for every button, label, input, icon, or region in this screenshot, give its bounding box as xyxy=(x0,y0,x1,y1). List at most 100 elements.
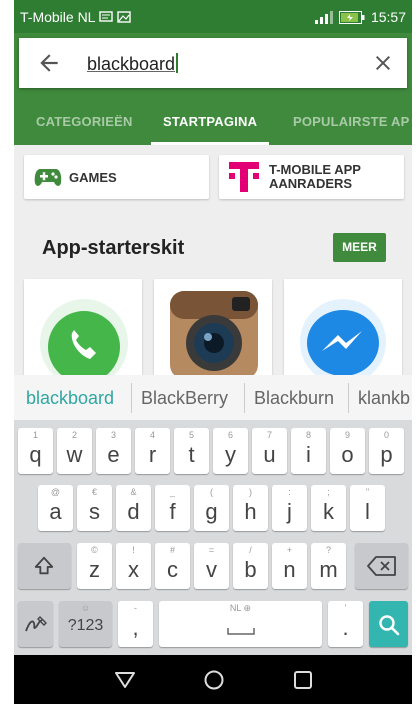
suggestion-strip: blackboard BlackBerry Blackburn klankb xyxy=(14,375,412,420)
app-card-instagram[interactable] xyxy=(154,279,272,375)
key-label: y xyxy=(225,442,236,467)
key-label: a xyxy=(49,499,62,524)
key-label: k xyxy=(323,499,334,524)
key-hint: / xyxy=(249,545,252,555)
tab-popular[interactable]: POPULAIRSTE AP xyxy=(293,114,409,129)
messenger-icon xyxy=(300,299,386,375)
tab-home[interactable]: STARTPAGINA xyxy=(163,114,257,129)
tab-categories[interactable]: CATEGORIEËN xyxy=(36,114,133,129)
key-label: j xyxy=(287,499,292,524)
home-circle-icon[interactable] xyxy=(203,669,225,691)
key-d[interactable]: & d xyxy=(116,485,151,531)
key-label: i xyxy=(306,442,311,467)
key-c[interactable]: # c xyxy=(155,543,190,589)
key-q[interactable]: 1q xyxy=(18,428,53,474)
instagram-icon xyxy=(170,291,258,375)
search-key[interactable] xyxy=(369,601,408,647)
key-label: p xyxy=(380,442,393,467)
comma-key[interactable]: - , xyxy=(118,601,153,647)
app-card-whatsapp[interactable] xyxy=(24,279,142,375)
more-button[interactable]: MEER xyxy=(333,233,386,262)
search-input[interactable]: blackboard xyxy=(87,53,179,75)
key-z[interactable]: © z xyxy=(77,543,112,589)
key-y[interactable]: 6y xyxy=(213,428,248,474)
key-label: f xyxy=(169,499,176,524)
key-label: q xyxy=(29,442,42,467)
shift-icon xyxy=(34,556,54,575)
key-label: w xyxy=(66,442,83,467)
key-x[interactable]: ! x xyxy=(116,543,151,589)
key-o[interactable]: 9o xyxy=(330,428,365,474)
key-n[interactable]: + n xyxy=(272,543,307,589)
space-key[interactable]: NL ⊕ xyxy=(159,601,322,647)
key-label: s xyxy=(89,499,100,524)
store-content: GAMES T-MOBILE APP AANRADERS App-starter… xyxy=(14,145,412,375)
key-hint: ☺ xyxy=(80,603,91,613)
key-i[interactable]: 8i xyxy=(291,428,326,474)
key-h[interactable]: ) h xyxy=(233,485,268,531)
key-p[interactable]: 0p xyxy=(369,428,404,474)
key-hint: & xyxy=(130,487,137,497)
key-hint: # xyxy=(169,545,175,555)
key-s[interactable]: € s xyxy=(77,485,112,531)
soft-keyboard: 1q 2w 3e 4r 5t 6y 7u 8i 9o 0p @ a € s & d _… xyxy=(14,420,412,655)
app-card-messenger[interactable] xyxy=(284,279,402,375)
key-g[interactable]: (g xyxy=(194,485,229,531)
key-w[interactable]: 2w xyxy=(57,428,92,474)
period-key[interactable]: ' . xyxy=(328,601,363,647)
key-f[interactable]: _ f xyxy=(155,485,190,531)
key-j[interactable]: :j xyxy=(272,485,307,531)
key-hint: 2 xyxy=(71,430,77,440)
key-label: z xyxy=(89,557,100,582)
symbols-key[interactable]: ☺ ?123 xyxy=(59,601,112,647)
key-hint: - xyxy=(134,603,137,613)
status-right: 15:57 xyxy=(314,9,406,25)
handwriting-icon xyxy=(25,616,47,632)
key-l[interactable]: " l xyxy=(350,485,385,531)
handwriting-key[interactable] xyxy=(18,601,53,647)
battery-icon xyxy=(338,10,365,24)
key-hint: ; xyxy=(327,487,330,497)
key-v[interactable]: = v xyxy=(194,543,229,589)
key-hint: ? xyxy=(325,545,331,555)
backspace-key[interactable] xyxy=(355,543,408,589)
suggestion-item[interactable]: BlackBerry xyxy=(141,388,228,409)
search-icon xyxy=(379,615,400,636)
phone-screen: T-Mobile NL 15:57 blackboard CATEGORIEËN… xyxy=(14,0,412,704)
key-a[interactable]: @ a xyxy=(38,485,73,531)
key-hint: = xyxy=(208,545,215,555)
key-label: u xyxy=(263,442,276,467)
suggestion-item[interactable]: Blackburn xyxy=(254,388,334,409)
whatsapp-icon xyxy=(40,299,128,375)
key-hint: : xyxy=(288,487,291,497)
recents-square-icon[interactable] xyxy=(293,670,313,690)
key-label: ?123 xyxy=(67,617,104,634)
key-b[interactable]: / b xyxy=(233,543,268,589)
key-m[interactable]: ? m xyxy=(311,543,346,589)
key-hint: 3 xyxy=(110,430,116,440)
key-label: v xyxy=(206,557,217,582)
key-e[interactable]: 3e xyxy=(96,428,131,474)
key-label: b xyxy=(244,557,257,582)
games-chip[interactable]: GAMES xyxy=(24,155,209,199)
key-k[interactable]: ; k xyxy=(311,485,346,531)
key-t[interactable]: 5t xyxy=(174,428,209,474)
suggestion-divider xyxy=(348,383,349,413)
suggestion-item[interactable]: klankb xyxy=(358,388,410,409)
key-label: l xyxy=(365,499,370,524)
tmobile-chip[interactable]: T-MOBILE APP AANRADERS xyxy=(219,155,404,199)
arrow-left-icon[interactable] xyxy=(36,50,62,76)
status-left: T-Mobile NL xyxy=(20,9,132,25)
key-label: o xyxy=(341,442,354,467)
close-icon[interactable] xyxy=(371,51,395,75)
signal-icon xyxy=(314,10,333,24)
back-triangle-icon[interactable] xyxy=(114,670,136,690)
suggestion-item[interactable]: blackboard xyxy=(26,388,114,409)
key-r[interactable]: 4r xyxy=(135,428,170,474)
search-box[interactable]: blackboard xyxy=(19,38,407,88)
key-label: h xyxy=(244,499,257,524)
clock: 15:57 xyxy=(370,9,406,25)
shift-key[interactable] xyxy=(18,543,71,589)
key-label: . xyxy=(342,615,349,640)
key-u[interactable]: 7u xyxy=(252,428,287,474)
